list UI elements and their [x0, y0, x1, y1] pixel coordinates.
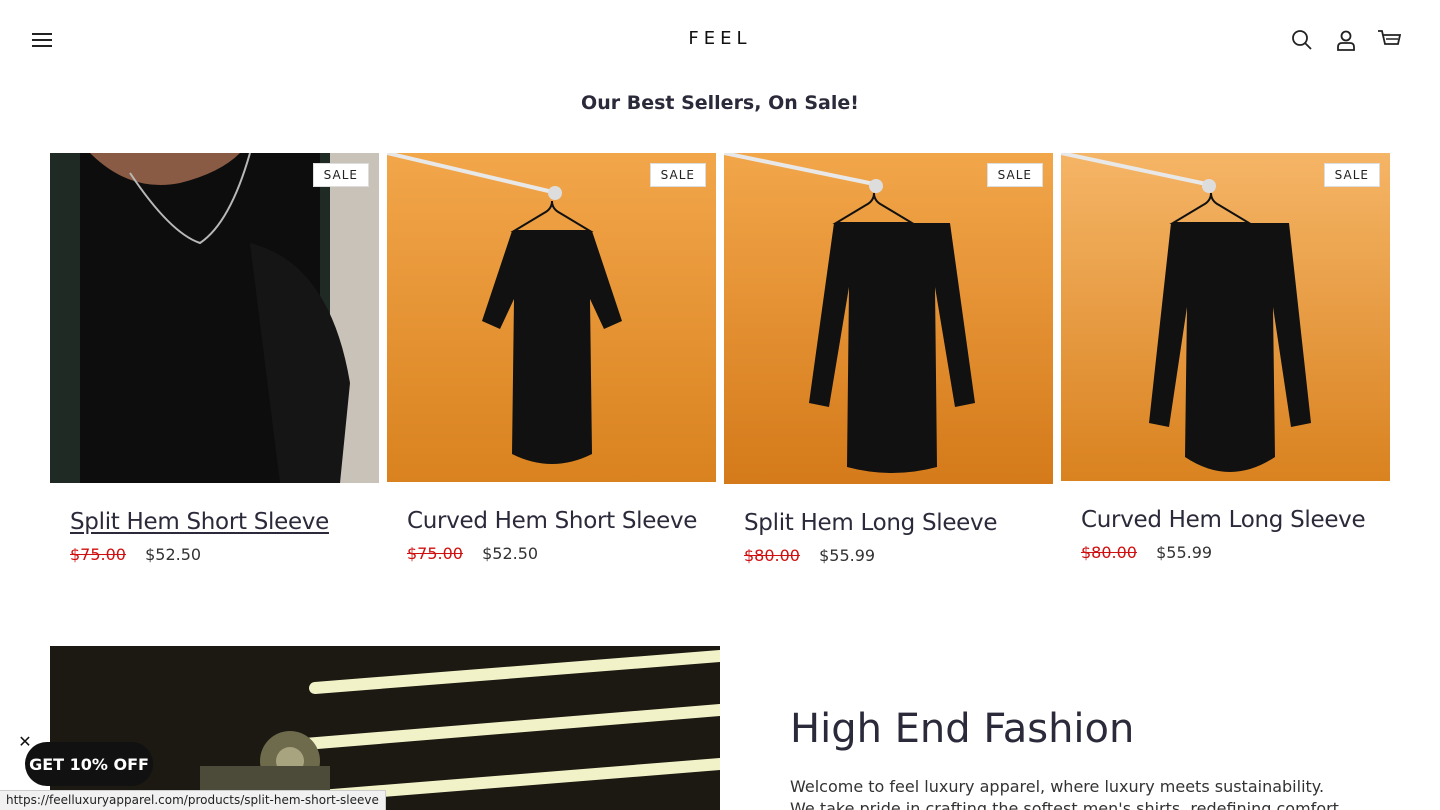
price-row: $75.00 $52.50	[70, 545, 379, 564]
product-image[interactable]: SALE	[387, 153, 716, 482]
sale-badge: SALE	[986, 163, 1043, 187]
sale-price: $52.50	[145, 545, 202, 564]
product-image[interactable]: SALE	[50, 153, 379, 483]
feature-image	[50, 646, 720, 810]
product-card[interactable]: SALE Split Hem Long Sleeve $80.00 $55.99	[724, 153, 1053, 565]
product-title-link[interactable]: Split Hem Short Sleeve	[70, 509, 379, 535]
product-card[interactable]: SALE Curved Hem Short Sleeve $75.00 $52.…	[387, 153, 716, 563]
search-icon[interactable]	[1288, 26, 1316, 54]
original-price: $80.00	[1081, 543, 1137, 562]
product-card[interactable]: SALE Split Hem Short Sleeve $75.00 $52.5…	[50, 153, 379, 564]
sale-badge: SALE	[649, 163, 706, 187]
feature-title: High End Fashion	[790, 706, 1135, 752]
product-title-link[interactable]: Curved Hem Long Sleeve	[1081, 507, 1390, 533]
discount-button[interactable]: GET 10% OFF	[25, 742, 153, 786]
user-icon[interactable]	[1332, 26, 1360, 54]
product-card[interactable]: SALE Curved Hem Long Sleeve $80.00 $55.9…	[1061, 153, 1390, 562]
sale-price: $52.50	[482, 544, 539, 563]
sale-price: $55.99	[1156, 543, 1213, 562]
cart-icon[interactable]	[1375, 26, 1403, 54]
product-title-link[interactable]: Curved Hem Short Sleeve	[407, 508, 716, 534]
sale-badge: SALE	[1323, 163, 1380, 187]
product-title-link[interactable]: Split Hem Long Sleeve	[744, 510, 1053, 536]
price-row: $80.00 $55.99	[744, 546, 1053, 565]
site-logo[interactable]: FEEL	[0, 28, 1440, 49]
product-image[interactable]: SALE	[1061, 153, 1390, 481]
original-price: $80.00	[744, 546, 800, 565]
sale-price: $55.99	[819, 546, 876, 565]
price-row: $80.00 $55.99	[1081, 543, 1390, 562]
feature-text: Welcome to feel luxury apparel, where lu…	[790, 777, 1339, 810]
product-image[interactable]: SALE	[724, 153, 1053, 484]
browser-status-bar: https://feelluxuryapparel.com/products/s…	[0, 790, 386, 810]
original-price: $75.00	[407, 544, 463, 563]
section-title: Our Best Sellers, On Sale!	[581, 92, 859, 114]
original-price: $75.00	[70, 545, 126, 564]
price-row: $75.00 $52.50	[407, 544, 716, 563]
site-header: FEEL	[0, 0, 1440, 80]
sale-badge: SALE	[312, 163, 369, 187]
